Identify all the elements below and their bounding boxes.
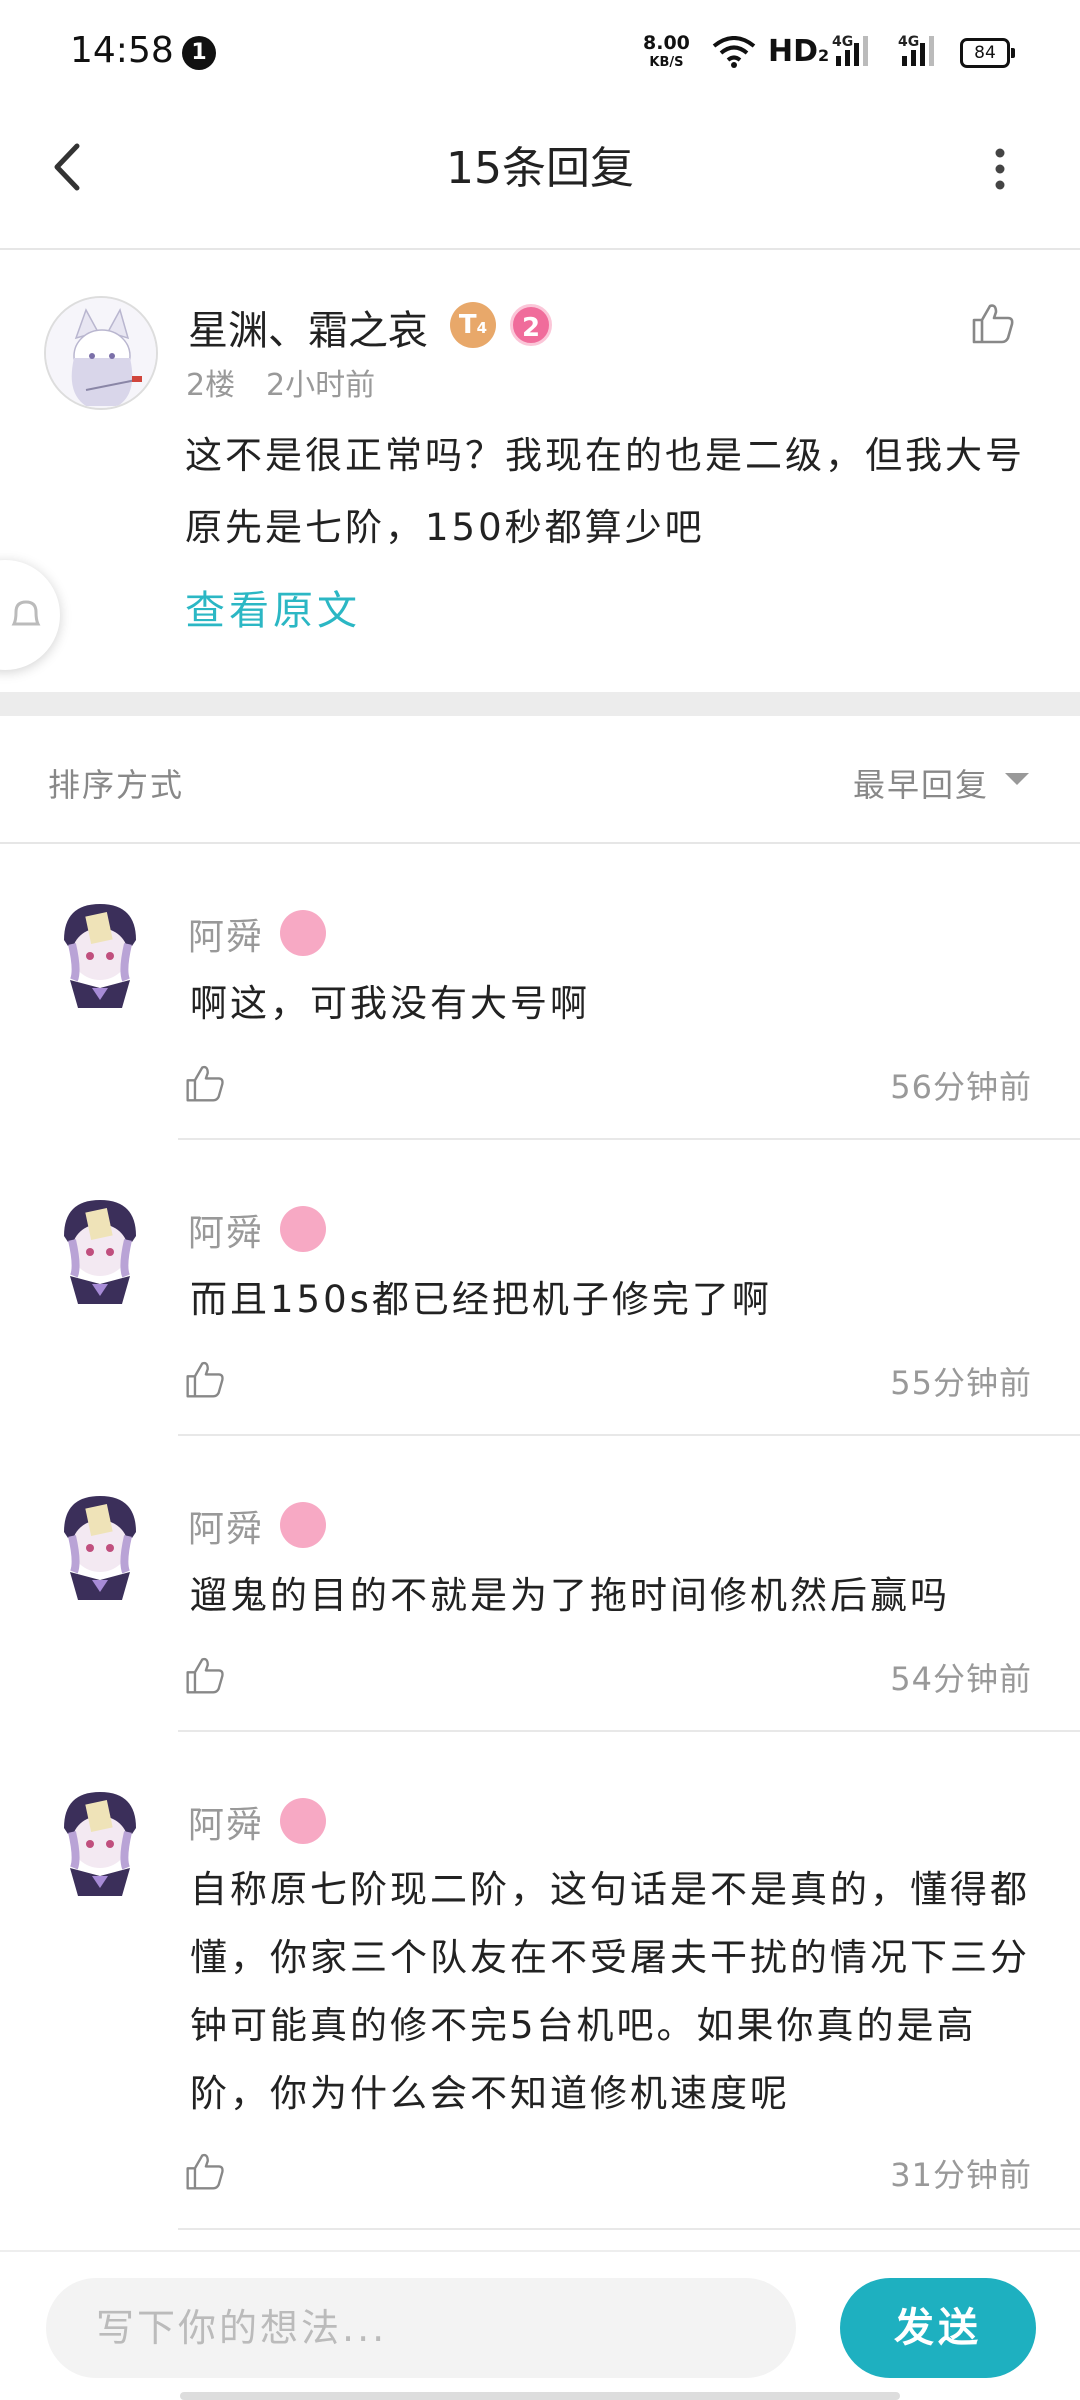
reply-time: 56分钟前: [890, 1068, 1032, 1106]
reply-text: 自称原七阶现二阶，这句话是不是真的，懂得都懂，你家三个队友在不受屠夫干扰的情况下…: [190, 1868, 1030, 2115]
reply-username[interactable]: 阿舜: [188, 1500, 264, 1552]
author-name[interactable]: 星渊、霜之哀: [188, 298, 428, 356]
reply-avatar[interactable]: [58, 900, 142, 1012]
signal-bars-icon: [836, 36, 868, 66]
reply-divider: [178, 1730, 1080, 1732]
reply-time: 31分钟前: [890, 2156, 1032, 2194]
reply-time: 55分钟前: [890, 1364, 1032, 1402]
wifi-icon: [712, 36, 756, 68]
composer-divider: [0, 2250, 1080, 2252]
bell-icon: [11, 600, 41, 626]
section-divider: [0, 692, 1080, 716]
more-options-icon[interactable]: [975, 145, 1025, 195]
reply-avatar[interactable]: [58, 1492, 142, 1604]
reply-divider: [178, 2228, 1080, 2230]
user-badge-icon: [280, 910, 326, 956]
sort-label: 排序方式: [48, 766, 185, 804]
gesture-bar: [180, 2392, 900, 2400]
sort-dropdown[interactable]: 最早回复: [853, 760, 989, 806]
thumbs-up-icon[interactable]: [184, 2150, 226, 2192]
reply-avatar[interactable]: [58, 1788, 142, 1900]
notification-count-badge: 1: [182, 36, 216, 70]
reply-item: 阿舜 遛鬼的目的不就是为了拖时间修机然后赢吗 54分钟前: [0, 1492, 1080, 1732]
comment-text: 这不是很正常吗？我现在的也是二级，但我大号原先是七阶，150秒都算少吧: [185, 434, 1025, 549]
reply-item: 阿舜 自称原七阶现二阶，这句话是不是真的，懂得都懂，你家三个队友在不受屠夫干扰的…: [0, 1788, 1080, 2230]
page-title: 15条回复: [446, 143, 634, 194]
status-bar: 14:58 1 8.00 KB/S HD2 4G 4G 84: [0, 0, 1080, 100]
reply-username[interactable]: 阿舜: [188, 1796, 264, 1848]
network-speed: 8.00 KB/S: [643, 34, 690, 72]
avatar-illustration: [46, 298, 156, 408]
signal-bars-icon: [902, 36, 934, 66]
status-time: 14:58: [70, 30, 174, 71]
thumbs-up-icon[interactable]: [184, 1062, 226, 1104]
chevron-down-icon[interactable]: [1005, 773, 1029, 785]
user-badge-icon: [280, 1502, 326, 1548]
network-speed-value: 8.00: [643, 32, 690, 54]
level-badge-letter: T: [458, 310, 477, 340]
network-speed-unit: KB/S: [649, 55, 684, 70]
thumbs-up-icon[interactable]: [184, 1654, 226, 1696]
reply-avatar[interactable]: [58, 1196, 142, 1308]
user-badge-icon: [280, 1206, 326, 1252]
level-badge-sub: 4: [476, 319, 488, 337]
battery-indicator: 84: [960, 38, 1015, 68]
reply-username[interactable]: 阿舜: [188, 1204, 264, 1256]
send-button[interactable]: 发送: [840, 2278, 1036, 2378]
comment-input[interactable]: 写下你的想法...: [46, 2278, 796, 2378]
user-badge-icon: [280, 1798, 326, 1844]
level-badge: T4: [450, 302, 496, 348]
reply-time: 54分钟前: [890, 1660, 1032, 1698]
floor-number: 2楼: [186, 368, 236, 403]
reply-text: 遛鬼的目的不就是为了拖时间修机然后赢吗: [190, 1574, 950, 1617]
reply-item: 阿舜 啊这，可我没有大号啊 56分钟前: [0, 900, 1080, 1140]
sort-divider: [0, 842, 1080, 844]
reply-item: 阿舜 而且150s都已经把机子修完了啊 55分钟前: [0, 1196, 1080, 1436]
view-original-link[interactable]: 查看原文: [185, 578, 361, 636]
hd-indicator: HD2: [768, 34, 829, 69]
post-time: 2小时前: [266, 368, 376, 403]
floating-assist-button[interactable]: [0, 560, 60, 670]
reply-text: 啊这，可我没有大号啊: [190, 982, 590, 1025]
thumbs-up-icon[interactable]: [970, 300, 1016, 346]
reply-divider: [178, 1434, 1080, 1436]
reply-username[interactable]: 阿舜: [188, 908, 264, 960]
hd-sub: 2: [818, 46, 830, 65]
reply-text: 而且150s都已经把机子修完了啊: [190, 1278, 772, 1321]
reply-divider: [178, 1138, 1080, 1140]
author-avatar[interactable]: [44, 296, 158, 410]
rank-badge: 2: [510, 304, 552, 346]
thumbs-up-icon[interactable]: [184, 1358, 226, 1400]
hd-label: HD: [768, 34, 819, 69]
header-divider: [0, 248, 1080, 250]
